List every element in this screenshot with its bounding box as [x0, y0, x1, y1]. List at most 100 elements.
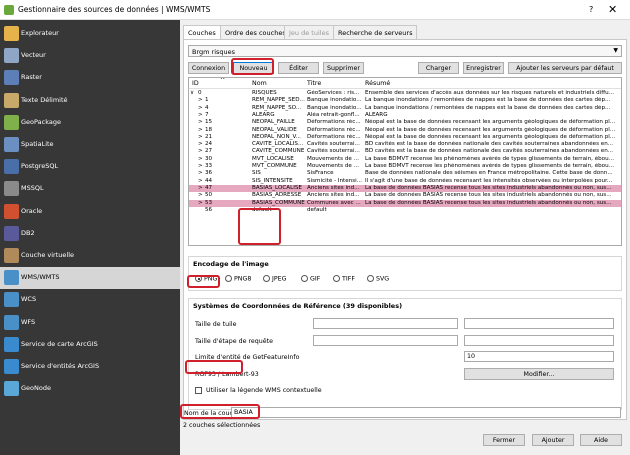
sidebar-item-mssql[interactable]: MSSQL: [0, 178, 180, 200]
mssql-icon: [4, 181, 19, 197]
edit-button[interactable]: Éditer: [278, 62, 319, 74]
tab-ordre-des-couches[interactable]: Ordre des couches: [220, 25, 291, 39]
layer-name-field[interactable]: BASIA: [231, 407, 621, 418]
expand-toggle[interactable]: >: [198, 200, 203, 207]
encoding-option-tiff[interactable]: TIFF: [333, 275, 355, 283]
cell-resume: La base BDMVT recense les phénomènes avé…: [365, 155, 614, 162]
legend-checkbox[interactable]: [195, 387, 202, 394]
cell-resume: BD cavités est la base de données nation…: [365, 148, 614, 155]
modify-crs-button[interactable]: Modifier...: [464, 368, 614, 380]
cell-id: 27: [205, 148, 213, 155]
expand-toggle[interactable]: ∨: [190, 90, 194, 97]
expand-toggle[interactable]: >: [198, 105, 203, 112]
expand-toggle[interactable]: >: [198, 185, 203, 192]
table-row[interactable]: >47 BASIAS_LOCALISE Anciens sites ind... La…: [189, 184, 621, 193]
table-row[interactable]: >50 BASIAS_ADRESSE Anciens sites ind... La …: [189, 192, 621, 199]
connect-button[interactable]: Connexion: [188, 62, 229, 74]
sort-indicator-icon: ^: [220, 77, 226, 84]
help-button[interactable]: ?: [589, 5, 593, 14]
sidebar-item-explorateur[interactable]: Explorateur: [0, 23, 180, 45]
load-button[interactable]: Charger: [418, 62, 459, 74]
save-button[interactable]: Enregistrer: [463, 62, 504, 74]
table-row[interactable]: >4 REM_NAPPE_SO... Banque inondatio... La b…: [189, 105, 621, 112]
table-row[interactable]: ∨ 0 RISQUES GéoServices : ris... Ensemble de…: [189, 90, 621, 97]
cell-id: 36: [205, 170, 213, 177]
vector-icon: [4, 48, 19, 64]
encoding-option-jpeg[interactable]: JPEG: [263, 275, 287, 283]
sidebar-item-couche-virtuelle[interactable]: Couche virtuelle: [0, 245, 180, 267]
sidebar-item-service-de-carte-arcgis[interactable]: Service de carte ArcGIS: [0, 334, 180, 356]
sidebar-item-raster[interactable]: Raster: [0, 67, 180, 89]
add-default-servers-button[interactable]: Ajouter les serveurs par défaut: [508, 62, 622, 74]
expand-toggle[interactable]: >: [198, 178, 203, 185]
table-row[interactable]: >27 CAVITE_COMMUNE Cavités souterrai... BD …: [189, 148, 621, 155]
encoding-option-gif[interactable]: GIF: [301, 275, 320, 283]
expand-toggle[interactable]: >: [198, 119, 203, 126]
postgresql-icon: [4, 159, 19, 175]
sidebar-item-geopackage[interactable]: GeoPackage: [0, 112, 180, 134]
sidebar-item-texte-d-limit-[interactable]: Texte Délimité: [0, 90, 180, 112]
delete-button[interactable]: Supprimer: [323, 62, 364, 74]
table-row[interactable]: >36 SIS SisFrance Base de données nationale…: [189, 170, 621, 177]
sidebar-item-spatialite[interactable]: SpatiaLite: [0, 134, 180, 156]
cell-resume: La banque inondations / remontées de nap…: [365, 104, 611, 111]
table-row[interactable]: >53 BASIAS_COMMUNE Communes avec ... La bas…: [189, 199, 621, 207]
expand-toggle[interactable]: >: [198, 97, 203, 104]
table-row[interactable]: >21 NEOPAL_NON_V... Déformations réc... Néo…: [189, 134, 621, 141]
expand-toggle[interactable]: >: [198, 112, 203, 119]
close-button[interactable]: ✕: [608, 3, 617, 16]
close-dialog-button[interactable]: Fermer: [483, 434, 525, 446]
column-nom[interactable]: Nom: [252, 80, 267, 87]
cell-nom: BASIAS_COMMUNE: [252, 199, 305, 206]
table-row[interactable]: >30 MVT_LOCALISE Mouvements de ... La base …: [189, 156, 621, 163]
expand-toggle[interactable]: >: [198, 156, 203, 163]
tile-width-field[interactable]: [313, 318, 458, 329]
cell-id: 24: [205, 141, 213, 148]
geonode-icon: [4, 381, 19, 397]
expand-toggle[interactable]: >: [198, 127, 203, 134]
sidebar-item-vecteur[interactable]: Vecteur: [0, 45, 180, 67]
column-titre[interactable]: Titre: [307, 80, 321, 87]
step-height-field[interactable]: [464, 335, 614, 346]
sidebar-item-geonode[interactable]: GeoNode: [0, 378, 180, 400]
tile-height-field[interactable]: [464, 318, 614, 329]
column-resume[interactable]: Résumé: [365, 80, 390, 87]
table-row[interactable]: >44 SIS_INTENSITE Sismicité - Intensi... Il…: [189, 178, 621, 185]
sidebar-item-wcs[interactable]: WCS: [0, 289, 180, 311]
tab-jeu-de-tuiles[interactable]: Jeu de tuiles: [284, 25, 334, 39]
table-row[interactable]: >1 REM_NAPPE_SED... Banque inondatio... La …: [189, 97, 621, 104]
encoding-option-png8[interactable]: PNG8: [225, 275, 251, 283]
feature-limit-field[interactable]: 10: [464, 351, 614, 362]
encoding-option-svg[interactable]: SVG: [367, 275, 389, 283]
table-row[interactable]: >15 NEOPAL_FAILLE Déformations réc... Néopa…: [189, 119, 621, 126]
sidebar-item-wfs[interactable]: WFS: [0, 312, 180, 334]
add-button[interactable]: Ajouter: [532, 434, 574, 446]
table-row[interactable]: >18 NEOPAL_VALIDE Déformations réc... Néopa…: [189, 127, 621, 134]
sidebar-item-postgresql[interactable]: PostgreSQL: [0, 156, 180, 178]
cell-titre: Aléa retrait-gonfl...: [307, 111, 360, 118]
expand-toggle[interactable]: >: [198, 192, 203, 199]
sidebar-item-oracle[interactable]: Oracle: [0, 201, 180, 223]
step-width-field[interactable]: [313, 335, 458, 346]
cell-nom: REM_NAPPE_SED...: [252, 97, 305, 104]
help-dialog-button[interactable]: Aide: [580, 434, 622, 446]
expand-toggle[interactable]: >: [198, 148, 203, 155]
column-id[interactable]: ID: [192, 80, 199, 87]
tab-couches[interactable]: Couches: [183, 25, 221, 40]
expand-toggle[interactable]: >: [198, 141, 203, 148]
sidebar-item-label: WCS: [21, 295, 37, 304]
tab-recherche-de-serveurs[interactable]: Recherche de serveurs: [333, 25, 418, 39]
cell-id: 33: [205, 163, 213, 169]
expand-toggle[interactable]: >: [198, 134, 203, 141]
encoding-group-title: Encodage de l'image: [193, 260, 269, 268]
connection-select[interactable]: Brgm risques ▼: [188, 45, 622, 57]
cell-id: 7: [205, 111, 209, 118]
sidebar-item-db2[interactable]: DB2: [0, 223, 180, 245]
table-row[interactable]: >24 CAVITE_LOCALIS... Cavités souterrai...…: [189, 141, 621, 148]
expand-toggle[interactable]: >: [198, 163, 203, 170]
table-row[interactable]: >7 ALEARG Aléa retrait-gonfl... ALEARG: [189, 112, 621, 119]
sidebar-item-service-d-entit-s-arcgis[interactable]: Service d'entités ArcGIS: [0, 356, 180, 378]
table-row[interactable]: >33 MVT_COMMUNE Mouvements de ... La base B…: [189, 163, 621, 170]
sidebar-item-wms-wmts[interactable]: WMS/WMTS: [0, 267, 180, 290]
expand-toggle[interactable]: >: [198, 170, 203, 177]
